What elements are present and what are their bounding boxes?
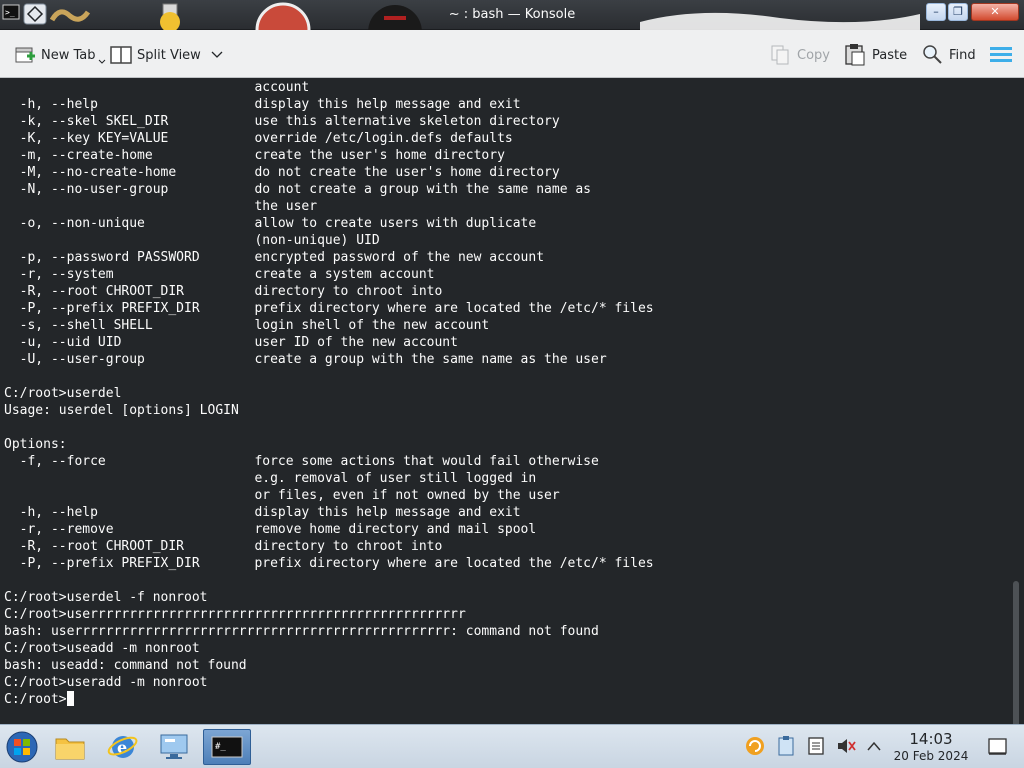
terminal-line: -u, --uid UID user ID of the new account (4, 335, 458, 350)
text-cursor (66, 691, 74, 706)
folder-icon (55, 738, 85, 760)
terminal-line: -M, --no-create-home do not create the u… (4, 165, 560, 180)
terminal-line: -h, --help display this help message and… (4, 505, 521, 520)
system-clock[interactable]: 14:03 20 Feb 2024 (884, 731, 978, 764)
terminal-line: (non-unique) UID (4, 233, 380, 248)
start-orb-button[interactable] (2, 729, 42, 765)
chevron-up-icon[interactable] (866, 740, 882, 752)
terminal-icon: #_ (211, 736, 243, 758)
clock-date: 20 Feb 2024 (893, 749, 969, 763)
terminal-line: Options: (4, 437, 67, 452)
desktop-wallpaper-fragment-5 (640, 12, 920, 30)
window-titlebar[interactable]: >_ ~ : bash — Konsole – ❐ ✕ (0, 0, 1024, 30)
search-icon (923, 45, 942, 64)
terminal-line: -s, --shell SHELL login shell of the new… (4, 318, 490, 333)
paste-button[interactable]: Paste (843, 42, 907, 68)
terminal-line: -K, --key KEY=VALUE override /etc/login.… (4, 131, 513, 146)
terminal-line: C:/root>useradd -m nonroot (4, 675, 208, 690)
konsole-toolbar: New Tab Split View Copy Paste Find (0, 30, 1024, 78)
terminal-line: -R, --root CHROOT_DIR directory to chroo… (4, 284, 443, 299)
terminal-line: -f, --force force some actions that woul… (4, 454, 599, 469)
terminal-line: -h, --help display this help message and… (4, 97, 521, 112)
copy-label: Copy (797, 47, 830, 63)
terminal-line: -P, --prefix PREFIX_DIR prefix directory… (4, 556, 654, 571)
terminal-prompt-line[interactable]: C:/root> (4, 691, 1008, 708)
terminal-line: -m, --create-home create the user's home… (4, 148, 505, 163)
start-orb-icon (6, 731, 38, 763)
terminal-line: account (4, 80, 310, 95)
file-manager-taskbar-button[interactable] (50, 729, 90, 765)
terminal-line: -k, --skel SKEL_DIR use this alternative… (4, 114, 560, 129)
find-button[interactable]: Find (922, 42, 976, 68)
split-view-label: Split View (137, 47, 201, 63)
copy-icon (771, 45, 789, 65)
terminal-line: bash: userrrrrrrrrrrrrrrrrrrrrrrrrrrrrrr… (4, 624, 599, 639)
updates-tray-icon[interactable] (744, 735, 766, 757)
clipboard-tray-icon[interactable] (776, 735, 796, 757)
terminal-line: -P, --prefix PREFIX_DIR prefix directory… (4, 301, 654, 316)
paste-label: Paste (872, 47, 908, 63)
split-view-icon (110, 46, 132, 64)
terminal-line: the user (4, 199, 318, 214)
maximize-button[interactable]: ❐ (948, 3, 968, 21)
terminal-line: -o, --non-unique allow to create users w… (4, 216, 537, 231)
terminal-line: bash: useadd: command not found (4, 658, 247, 673)
web-browser-taskbar-button[interactable]: e (103, 729, 143, 765)
new-tab-button[interactable]: New Tab (14, 42, 111, 68)
browser-icon: e (107, 736, 138, 758)
new-tab-label: New Tab (41, 47, 96, 63)
terminal-line: Usage: userdel [options] LOGIN (4, 403, 239, 418)
terminal-prompt: C:/root> (4, 692, 67, 707)
split-view-button[interactable]: Split View (110, 42, 228, 68)
terminal-line: C:/root>userrrrrrrrrrrrrrrrrrrrrrrrrrrrr… (4, 607, 466, 622)
terminal-line: C:/root>useadd -m nonroot (4, 641, 200, 656)
volume-muted-icon[interactable] (836, 736, 856, 756)
terminal-line: -U, --user-group create a group with the… (4, 352, 607, 367)
terminal-view[interactable]: account -h, --help display this help mes… (0, 78, 1024, 724)
terminal-line: -p, --password PASSWORD encrypted passwo… (4, 250, 545, 265)
terminal-line: -R, --root CHROOT_DIR directory to chroo… (4, 539, 443, 554)
terminal-line: or files, even if not owned by the user (4, 488, 560, 503)
monitor-icon (160, 734, 188, 759)
new-tab-dropdown-icon[interactable] (98, 58, 106, 66)
terminal-line: e.g. removal of user still logged in (4, 471, 537, 486)
hamburger-menu-icon[interactable] (990, 46, 1012, 62)
svg-text:#_: #_ (215, 742, 226, 752)
minimize-button[interactable]: – (926, 3, 946, 21)
paste-icon (845, 44, 865, 66)
taskbar: e #_ 14:03 20 Feb 2024 (0, 724, 1024, 768)
find-label: Find (949, 47, 976, 63)
terminal-scrollbar[interactable] (1013, 581, 1019, 724)
close-button[interactable]: ✕ (971, 3, 1019, 21)
terminal-line: C:/root>userdel (4, 386, 122, 401)
copy-button[interactable]: Copy (770, 42, 830, 68)
new-tab-icon (15, 47, 35, 63)
terminal-line: -r, --system create a system account (4, 267, 435, 282)
chevron-down-icon[interactable] (211, 51, 223, 59)
terminal-line: -N, --no-user-group do not create a grou… (4, 182, 591, 197)
konsole-taskbar-button[interactable]: #_ (203, 729, 251, 765)
clock-time: 14:03 (909, 730, 953, 748)
show-desktop-icon[interactable] (988, 738, 1008, 756)
terminal-output: account -h, --help display this help mes… (4, 79, 1008, 708)
terminal-line: -r, --remove remove home directory and m… (4, 522, 537, 537)
system-monitor-taskbar-button[interactable] (154, 729, 194, 765)
notes-tray-icon[interactable] (806, 736, 826, 756)
terminal-line: C:/root>userdel -f nonroot (4, 590, 208, 605)
